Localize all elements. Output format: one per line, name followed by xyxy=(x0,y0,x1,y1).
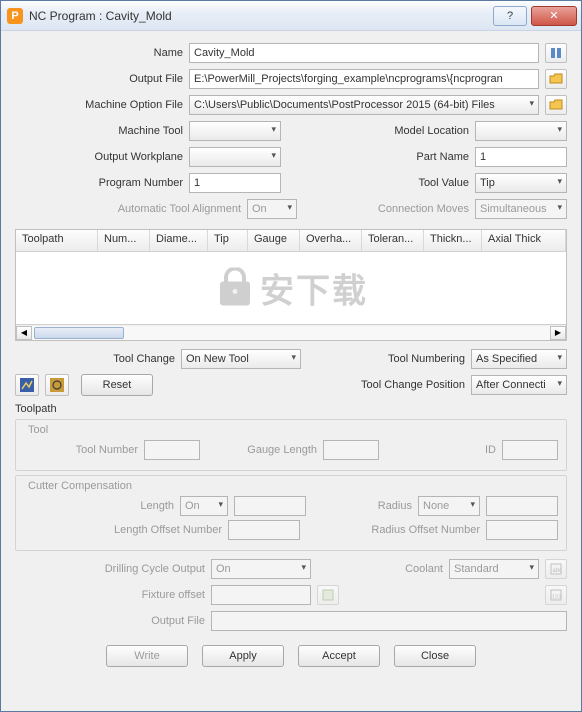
dialog-window: P NC Program : Cavity_Mold ? ✕ Name Outp… xyxy=(0,0,582,712)
toolpath-icon-2[interactable] xyxy=(45,374,69,396)
name-settings-icon[interactable] xyxy=(545,43,567,63)
auto-tool-alignment-label: Automatic Tool Alignment xyxy=(15,203,241,215)
part-name-label: Part Name xyxy=(339,151,469,163)
connection-moves-label: Connection Moves xyxy=(349,203,469,215)
app-icon: P xyxy=(7,8,23,24)
write-button: Write xyxy=(106,645,188,667)
drilling-label: Drilling Cycle Output xyxy=(15,563,205,575)
cc-radius-select: None xyxy=(418,496,480,516)
tool-change-position-label: Tool Change Position xyxy=(315,379,465,391)
scroll-right-icon[interactable]: ▶ xyxy=(550,326,566,340)
output-workplane-select[interactable] xyxy=(189,147,281,167)
machine-option-file-select[interactable]: C:\Users\Public\Documents\PostProcessor … xyxy=(189,95,539,115)
toolpath-section-label: Toolpath xyxy=(15,403,567,415)
machine-tool-select[interactable] xyxy=(189,121,281,141)
cc-radius-value xyxy=(486,496,558,516)
name-label: Name xyxy=(15,47,183,59)
part-name-input[interactable] xyxy=(475,147,567,167)
cutter-comp-legend: Cutter Compensation xyxy=(24,480,136,492)
svg-text:abc: abc xyxy=(553,568,563,574)
th-num[interactable]: Num... xyxy=(98,230,150,251)
program-number-input[interactable] xyxy=(189,173,281,193)
machine-tool-label: Machine Tool xyxy=(15,125,183,137)
browse-output-file-icon[interactable] xyxy=(545,69,567,89)
gauge-length-input xyxy=(323,440,379,460)
fixture-params-icon: 123 xyxy=(545,585,567,605)
coolant-label: Coolant xyxy=(317,563,443,575)
th-axial-thick[interactable]: Axial Thick xyxy=(482,230,566,251)
tool-number-label: Tool Number xyxy=(24,444,138,456)
cc-length-offset-input xyxy=(228,520,300,540)
th-tolerance[interactable]: Toleran... xyxy=(362,230,424,251)
auto-tool-alignment-select: On xyxy=(247,199,297,219)
cutter-comp-fieldset: Cutter Compensation Length On Radius Non… xyxy=(15,475,567,551)
cc-radius-offset-input xyxy=(486,520,558,540)
model-location-label: Model Location xyxy=(339,125,469,137)
tool-legend: Tool xyxy=(24,424,52,436)
coolant-settings-icon: abc xyxy=(545,559,567,579)
horizontal-scrollbar[interactable]: ◀ ▶ xyxy=(16,324,566,340)
close-button[interactable]: Close xyxy=(394,645,476,667)
th-thickness[interactable]: Thickn... xyxy=(424,230,482,251)
program-number-label: Program Number xyxy=(15,177,183,189)
cc-length-label: Length xyxy=(24,500,174,512)
close-window-button[interactable]: ✕ xyxy=(531,6,577,26)
apply-button[interactable]: Apply xyxy=(202,645,284,667)
th-toolpath[interactable]: Toolpath xyxy=(16,230,98,251)
tool-change-select[interactable]: On New Tool xyxy=(181,349,301,369)
tool-value-select[interactable]: Tip xyxy=(475,173,567,193)
tool-id-label: ID xyxy=(385,444,496,456)
window-title: NC Program : Cavity_Mold xyxy=(29,9,493,23)
fixture-offset-icon xyxy=(317,585,339,605)
fixture-offset-input xyxy=(211,585,311,605)
th-gauge[interactable]: Gauge xyxy=(248,230,300,251)
cc-length-select: On xyxy=(180,496,228,516)
cc-length-offset-label: Length Offset Number xyxy=(24,524,222,536)
tool-change-position-select[interactable]: After Connecti xyxy=(471,375,567,395)
th-overhang[interactable]: Overha... xyxy=(300,230,362,251)
th-tip[interactable]: Tip xyxy=(208,230,248,251)
titlebar: P NC Program : Cavity_Mold ? ✕ xyxy=(1,1,581,31)
dialog-content: Name Output File Machine Option File C:\… xyxy=(1,31,581,711)
scrollbar-track[interactable] xyxy=(32,326,550,340)
watermark: 安下载 xyxy=(214,264,368,313)
cc-radius-label: Radius xyxy=(312,500,412,512)
connection-moves-select: Simultaneous xyxy=(475,199,567,219)
accept-button[interactable]: Accept xyxy=(298,645,380,667)
table-body: 安下载 xyxy=(16,252,566,324)
machine-option-file-label: Machine Option File xyxy=(15,99,183,111)
reset-button[interactable]: Reset xyxy=(81,374,153,396)
toolpath-table[interactable]: Toolpath Num... Diame... Tip Gauge Overh… xyxy=(15,229,567,341)
cc-length-value xyxy=(234,496,306,516)
th-diameter[interactable]: Diame... xyxy=(150,230,208,251)
tp-output-file-input xyxy=(211,611,567,631)
gauge-length-label: Gauge Length xyxy=(206,444,317,456)
tool-numbering-select[interactable]: As Specified xyxy=(471,349,567,369)
output-workplane-label: Output Workplane xyxy=(15,151,183,163)
tool-id-input xyxy=(502,440,558,460)
name-input[interactable] xyxy=(189,43,539,63)
output-file-label: Output File xyxy=(15,73,183,85)
window-controls: ? ✕ xyxy=(493,6,581,26)
scroll-left-icon[interactable]: ◀ xyxy=(16,326,32,340)
browse-machine-option-icon[interactable] xyxy=(545,95,567,115)
svg-text:123: 123 xyxy=(552,595,561,601)
cc-radius-offset-label: Radius Offset Number xyxy=(306,524,480,536)
output-file-input[interactable] xyxy=(189,69,539,89)
drilling-select: On xyxy=(211,559,311,579)
tool-change-label: Tool Change xyxy=(15,353,175,365)
fixture-offset-label: Fixture offset xyxy=(15,589,205,601)
tool-value-label: Tool Value xyxy=(339,177,469,189)
table-header: Toolpath Num... Diame... Tip Gauge Overh… xyxy=(16,230,566,252)
toolpath-icon-1[interactable] xyxy=(15,374,39,396)
tp-output-file-label: Output File xyxy=(15,615,205,627)
tool-fieldset: Tool Tool Number Gauge Length ID xyxy=(15,419,567,471)
tool-number-input xyxy=(144,440,200,460)
tool-numbering-label: Tool Numbering xyxy=(345,353,465,365)
scrollbar-thumb[interactable] xyxy=(34,327,124,339)
coolant-select: Standard xyxy=(449,559,539,579)
help-button[interactable]: ? xyxy=(493,6,527,26)
model-location-select[interactable] xyxy=(475,121,567,141)
dialog-buttons: Write Apply Accept Close xyxy=(15,645,567,667)
